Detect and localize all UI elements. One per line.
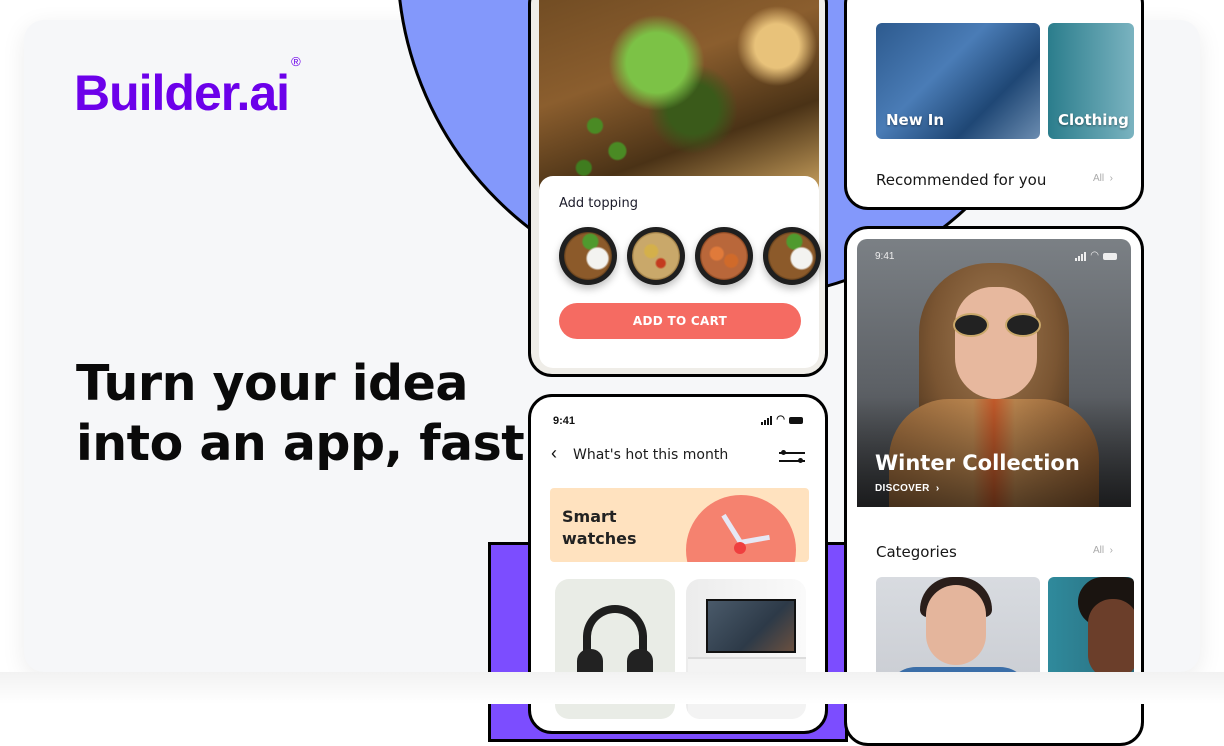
battery-icon	[789, 416, 803, 424]
model-sunglasses	[953, 313, 1041, 337]
topping-item[interactable]	[559, 227, 617, 285]
battery-icon	[1103, 252, 1117, 260]
status-bar: 9:41 ◠	[553, 415, 803, 429]
see-all-link[interactable]: All ›	[1093, 173, 1113, 184]
status-bar: 9:41 ◠	[875, 251, 1117, 262]
phone-food-app: Add topping ADD TO CART	[528, 0, 828, 377]
tv-image	[706, 599, 796, 653]
section-title: Recommended for you	[876, 171, 1047, 189]
chevron-right-icon: ›	[1109, 545, 1113, 556]
categories-section-header: Categories All ›	[876, 543, 1113, 563]
topping-title: Add topping	[559, 196, 638, 211]
section-title: Categories	[876, 543, 957, 561]
signal-icon	[761, 415, 773, 425]
tile-new-in[interactable]: New In	[876, 23, 1040, 139]
phone-winter-app: 9:41 ◠ Winter Collection DISCOVER › Cate…	[844, 226, 1144, 746]
status-time: 9:41	[875, 251, 895, 262]
sliders-icon[interactable]	[779, 449, 805, 465]
wifi-icon: ◠	[1090, 250, 1099, 261]
chevron-right-icon: ›	[935, 483, 940, 494]
smart-watches-banner[interactable]: Smart watches	[550, 488, 809, 562]
headline-line-2: into an app, fast	[76, 415, 525, 472]
page-headline: Turn your idea into an app, fast	[76, 354, 525, 474]
chevron-left-icon[interactable]: ‹	[551, 443, 557, 464]
registered-mark: ®	[291, 54, 301, 70]
headline-line-1: Turn your idea	[76, 355, 468, 412]
hero-title: Winter Collection	[875, 451, 1080, 475]
topping-item[interactable]	[695, 227, 753, 285]
signal-icon	[1075, 251, 1087, 261]
model-face	[955, 287, 1037, 399]
status-time: 9:41	[553, 415, 576, 427]
builder-logo[interactable]: Builder.ai®	[74, 54, 301, 122]
food-image	[539, 0, 819, 193]
logo-text: Builder.ai	[74, 65, 290, 121]
topping-item[interactable]	[763, 227, 821, 285]
screen-header: ‹ What's hot this month	[551, 443, 805, 467]
chevron-right-icon: ›	[1109, 173, 1113, 184]
banner-title: Smart watches	[562, 507, 637, 548]
tile-label: New In	[886, 111, 945, 129]
bottom-fade	[0, 672, 1224, 704]
screen-title: What's hot this month	[573, 447, 729, 463]
topping-panel: Add topping ADD TO CART	[539, 176, 821, 368]
wifi-icon: ◠	[776, 414, 785, 425]
phone-fashion-app: New In Clothing Recommended for you All …	[844, 0, 1144, 210]
tile-clothing[interactable]: Clothing	[1048, 23, 1134, 139]
watch-center	[734, 542, 746, 554]
topping-item[interactable]	[627, 227, 685, 285]
see-all-link[interactable]: All ›	[1093, 545, 1113, 556]
winter-hero-banner[interactable]: 9:41 ◠ Winter Collection DISCOVER ›	[857, 239, 1131, 507]
add-to-cart-button[interactable]: ADD TO CART	[559, 303, 801, 339]
model-face	[926, 585, 986, 665]
recommended-section-header: Recommended for you All ›	[876, 171, 1113, 191]
discover-link[interactable]: DISCOVER ›	[875, 483, 939, 494]
tile-label: Clothing	[1058, 111, 1129, 129]
model-face	[1088, 599, 1134, 679]
